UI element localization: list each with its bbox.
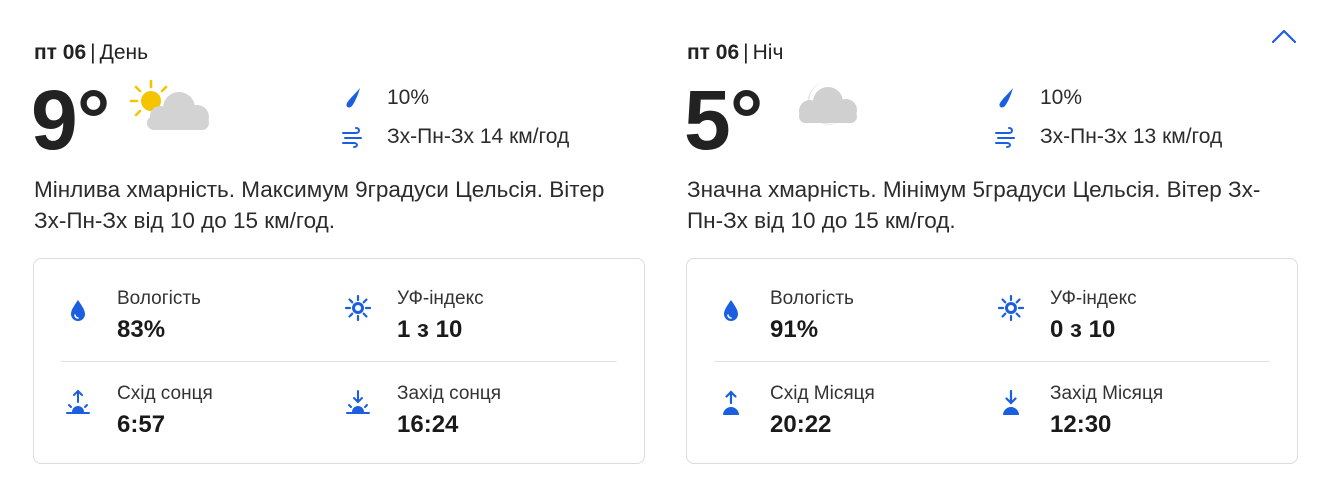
day-sunrise: Схід сонця 6:57: [65, 382, 325, 442]
humidity-drop-icon: [724, 300, 738, 321]
night-date: пт 06: [687, 41, 740, 64]
day-sunset: Захід сонця 16:24: [345, 382, 605, 442]
sunset-value: 16:24: [397, 411, 459, 438]
humidity-drop-icon: [71, 300, 85, 321]
night-uv-index: УФ-індекс 0 з 10: [998, 287, 1258, 347]
night-humidity: Вологість 91%: [718, 287, 978, 347]
sunset-label: Захід сонця: [397, 383, 502, 404]
precipitation-icon: [346, 88, 360, 108]
night-header: пт 06 | Ніч: [687, 40, 783, 66]
moonset-label: Захід Місяця: [1050, 383, 1164, 404]
humidity-label: Вологість: [117, 288, 201, 309]
night-wind-value: Зх-Пн-Зх 13 км/год: [1040, 125, 1223, 148]
day-precipitation-value: 10%: [387, 86, 430, 109]
wind-icon: [342, 127, 362, 148]
moonrise-label: Схід Місяця: [770, 383, 875, 404]
night-moonrise: Схід Місяця 20:22: [718, 382, 978, 442]
moonrise-value: 20:22: [770, 411, 832, 438]
day-wind-value: Зх-Пн-Зх 14 км/год: [387, 125, 570, 148]
night-forecast-panel: пт 06 | Ніч 5° 10% Зх-Пн-Зх 13 км/год Знач…: [684, 0, 1302, 486]
partly-cloudy-day-icon: [129, 79, 209, 130]
uv-sun-icon: [345, 294, 371, 322]
day-temperature: 9°: [31, 73, 110, 167]
header-separator: |: [743, 41, 749, 64]
moonset-value: 12:30: [1050, 411, 1112, 438]
uv-label: УФ-індекс: [1050, 288, 1137, 309]
sunrise-value: 6:57: [117, 411, 166, 438]
moonset-icon: [1003, 389, 1019, 415]
uv-label: УФ-індекс: [397, 288, 484, 309]
sunrise-icon: [66, 389, 90, 414]
night-temperature: 5°: [684, 73, 763, 167]
day-summary: Мінлива хмарність. Максимум 9градуси Цел…: [34, 177, 605, 233]
day-date: пт 06: [34, 41, 87, 64]
day-humidity: Вологість 83%: [65, 287, 325, 347]
night-summary: Значна хмарність. Мінімум 5градуси Цельс…: [687, 177, 1261, 233]
collapse-button[interactable]: [1268, 23, 1300, 51]
uv-value: 0 з 10: [1050, 316, 1116, 343]
humidity-label: Вологість: [770, 288, 854, 309]
humidity-value: 91%: [770, 316, 819, 343]
card-divider: [714, 361, 1270, 362]
card-divider: [61, 361, 617, 362]
moonrise-icon: [723, 390, 739, 415]
chevron-up-icon: [1271, 29, 1297, 44]
uv-value: 1 з 10: [397, 316, 463, 343]
day-forecast-panel: пт 06 | День 9° 10% Зх-Пн-Зх 14 км/год М…: [31, 0, 649, 486]
wind-icon: [995, 127, 1015, 148]
day-uv-index: УФ-індекс 1 з 10: [345, 287, 605, 347]
day-details-card: Вологість 83% УФ-індекс 1 з 10 Схід сонц…: [33, 258, 645, 464]
night-details-card: Вологість 91% УФ-індекс 0 з 10 Схід Міся…: [686, 258, 1298, 464]
night-period-label: Ніч: [752, 41, 784, 64]
day-period-label: День: [99, 41, 149, 64]
precipitation-icon: [999, 88, 1013, 108]
uv-sun-icon: [998, 294, 1024, 322]
humidity-value: 83%: [117, 316, 166, 343]
header-separator: |: [90, 41, 96, 64]
night-precipitation-value: 10%: [1040, 86, 1083, 109]
sunrise-label: Схід сонця: [117, 383, 213, 404]
night-moonset: Захід Місяця 12:30: [998, 382, 1258, 442]
cloudy-night-icon: [799, 82, 857, 125]
sunset-icon: [346, 390, 370, 414]
day-header: пт 06 | День: [34, 40, 148, 66]
